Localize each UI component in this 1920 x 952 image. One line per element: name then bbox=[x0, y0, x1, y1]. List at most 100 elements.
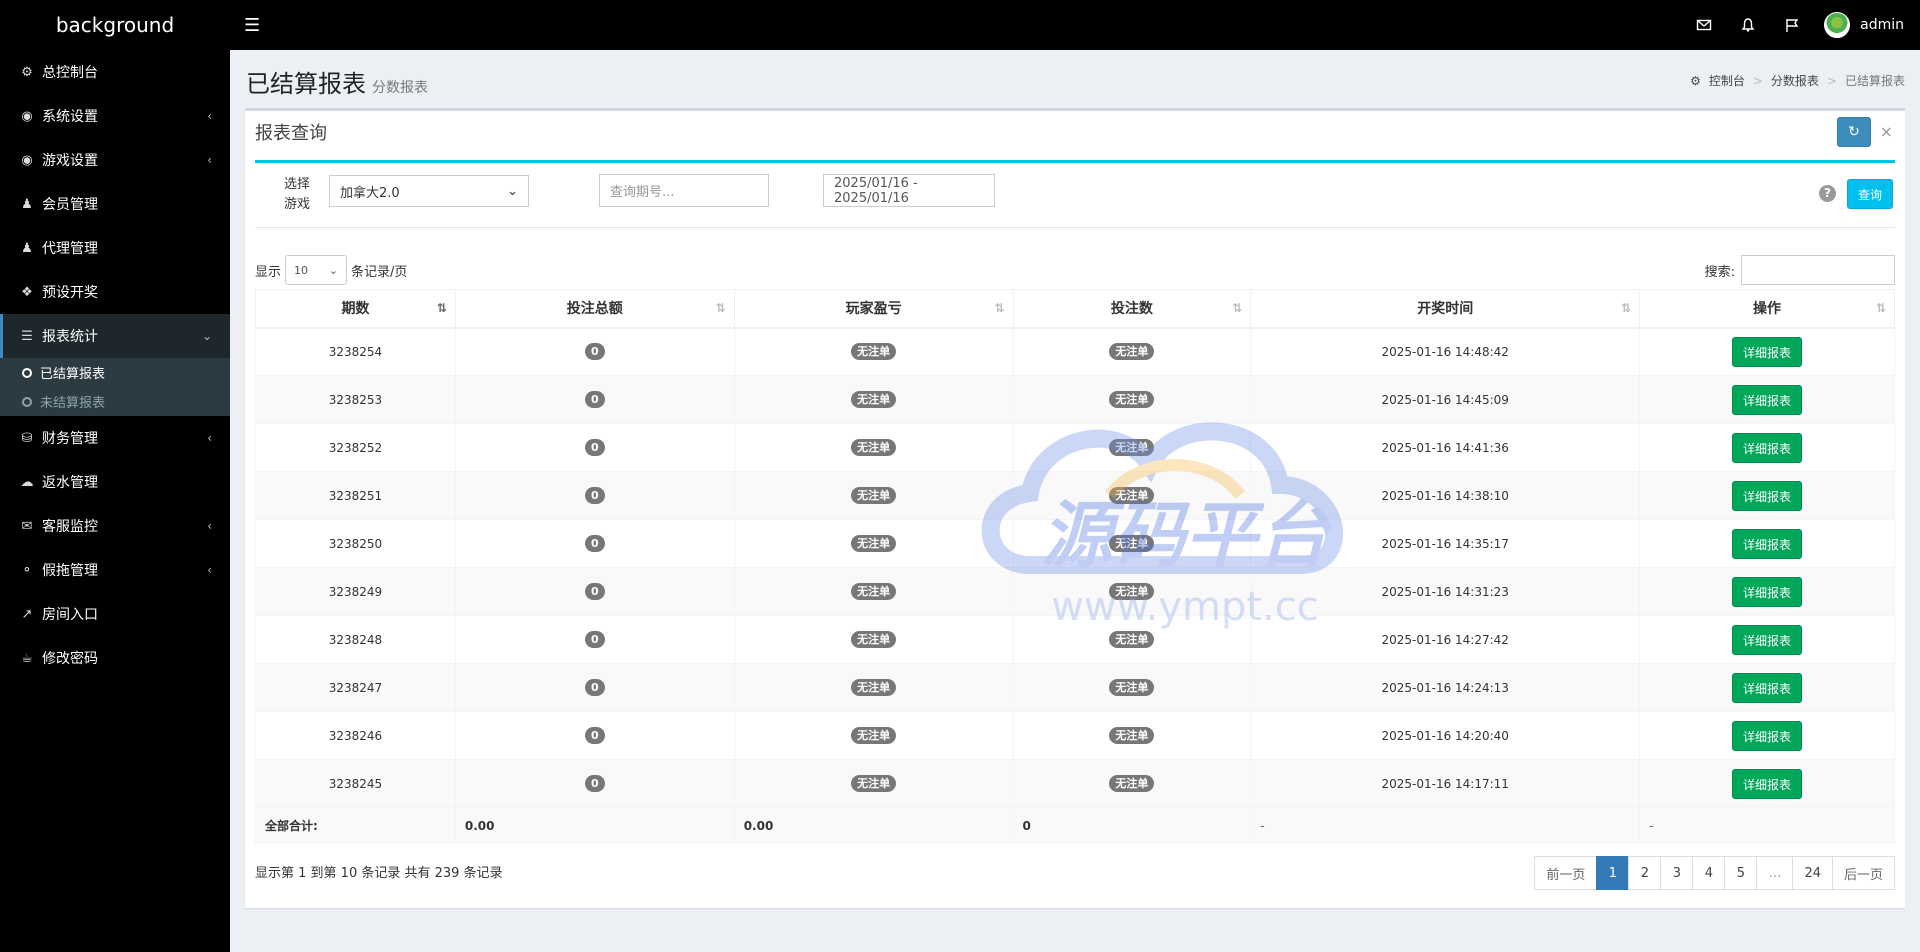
cell-period: 3238245 bbox=[255, 759, 456, 808]
sidebar-item-5[interactable]: ❖ 预设开奖 bbox=[0, 270, 230, 314]
cell-draw-time: 2025-01-16 14:35:17 bbox=[1250, 519, 1641, 568]
no-bet-badge: 无注单 bbox=[851, 343, 897, 361]
cell-action: 详细报表 bbox=[1639, 615, 1895, 664]
next-page-button[interactable]: 后一页 bbox=[1831, 856, 1895, 890]
sidebar-subitem-1[interactable]: 未结算报表 bbox=[0, 387, 230, 416]
period-input[interactable]: 查询期号... bbox=[599, 174, 769, 207]
gamepad-icon: ◉ bbox=[21, 108, 33, 124]
cubes-icon: ❖ bbox=[21, 284, 33, 300]
dashboard-icon: ⚙ bbox=[1690, 73, 1701, 88]
detail-report-button[interactable]: 详细报表 bbox=[1732, 336, 1803, 367]
dashboard-icon: ⚙ bbox=[21, 64, 33, 80]
col-bet-count[interactable]: 投注数 ⇅ bbox=[1012, 289, 1252, 329]
draw-time-value: 2025-01-16 14:41:36 bbox=[1381, 440, 1509, 455]
cell-draw-time: 2025-01-16 14:27:42 bbox=[1250, 615, 1641, 664]
users-icon: ♟ bbox=[21, 240, 33, 256]
pagination: 前一页 1 2 3 4 5… 24 后一页 bbox=[1534, 856, 1895, 890]
bell-icon[interactable] bbox=[1726, 0, 1770, 50]
detail-report-button[interactable]: 详细报表 bbox=[1732, 528, 1803, 559]
detail-report-button[interactable]: 详细报表 bbox=[1732, 720, 1803, 751]
hamburger-icon[interactable]: ☰ bbox=[244, 15, 260, 36]
cell-player-pl: 无注单 bbox=[733, 615, 1014, 664]
detail-report-button[interactable]: 详细报表 bbox=[1732, 384, 1803, 415]
chat-icon: ✉ bbox=[21, 518, 33, 534]
sidebar-item-2[interactable]: ◉ 游戏设置 ‹ bbox=[0, 138, 230, 182]
sort-icon: ⇅ bbox=[1875, 301, 1886, 315]
query-button[interactable]: 查询 bbox=[1847, 179, 1893, 209]
no-bet-badge: 无注单 bbox=[851, 487, 897, 504]
show-label: 显示 bbox=[255, 264, 282, 280]
date-range-input[interactable]: 2025/01/16 - 2025/01/16 bbox=[823, 174, 995, 207]
page-button-24[interactable]: 24 bbox=[1792, 856, 1833, 890]
col-action[interactable]: 操作 ⇅ bbox=[1639, 289, 1895, 329]
col-period[interactable]: 期数 ⇅ bbox=[255, 289, 456, 329]
detail-report-button[interactable]: 详细报表 bbox=[1732, 576, 1803, 607]
sidebar-item-0[interactable]: ⚙ 总控制台 bbox=[0, 50, 230, 94]
table-row: 3238254 0 无注单 无注单 2025-01-16 14:48:42 详细报表 bbox=[255, 327, 1895, 376]
sidebar-item-1[interactable]: ◉ 系统设置 ‹ bbox=[0, 94, 230, 138]
table-info: 显示第 1 到第 10 条记录 共有 239 条记录 bbox=[255, 866, 503, 881]
table-row: 3238253 0 无注单 无注单 2025-01-16 14:45:09 详细报表 bbox=[255, 375, 1895, 424]
no-bet-badge: 无注单 bbox=[1109, 631, 1155, 648]
cell-action: 详细报表 bbox=[1639, 759, 1895, 808]
page-button-3[interactable]: 3 bbox=[1660, 856, 1694, 890]
flag-icon[interactable] bbox=[1770, 0, 1814, 50]
page-button-1[interactable]: 1 bbox=[1596, 856, 1630, 890]
col-draw-time[interactable]: 开奖时间 ⇅ bbox=[1250, 289, 1641, 329]
sidebar-item-11[interactable]: ↗ 房间入口 bbox=[0, 592, 230, 636]
no-bet-badge: 无注单 bbox=[851, 391, 897, 408]
game-label: 选择游戏 bbox=[283, 177, 310, 212]
cell-bet-count: 无注单 bbox=[1012, 663, 1252, 712]
detail-report-button[interactable]: 详细报表 bbox=[1732, 432, 1803, 463]
cell-period: 3238247 bbox=[255, 663, 456, 712]
breadcrumb-home[interactable]: 控制台 bbox=[1709, 72, 1745, 89]
total-bet-badge: 0 bbox=[584, 343, 605, 361]
envelope-icon[interactable] bbox=[1682, 0, 1726, 50]
sidebar-item-6[interactable]: ☰ 报表统计 ⌄ bbox=[0, 314, 230, 358]
col-player-pl[interactable]: 玩家盈亏 ⇅ bbox=[733, 289, 1014, 329]
sidebar-subitem-0[interactable]: 已结算报表 bbox=[0, 358, 230, 387]
sidebar-item-9[interactable]: ✉ 客服监控 ‹ bbox=[0, 504, 230, 548]
circle-icon bbox=[22, 396, 32, 407]
cell-total-bet: 0 bbox=[454, 615, 735, 664]
detail-report-button[interactable]: 详细报表 bbox=[1732, 672, 1803, 703]
col-total-bet-label: 投注总额 bbox=[566, 301, 623, 318]
sidebar-item-7[interactable]: ⛁ 财务管理 ‹ bbox=[0, 416, 230, 460]
cell-action: 详细报表 bbox=[1639, 711, 1895, 760]
col-player-pl-label: 玩家盈亏 bbox=[845, 301, 902, 318]
cell-bet-count: 无注单 bbox=[1012, 471, 1252, 520]
page-button-5[interactable]: 5 bbox=[1724, 856, 1758, 890]
sidebar-item-10[interactable]: ⚬ 假拖管理 ‹ bbox=[0, 548, 230, 592]
cart-icon: ☕ bbox=[21, 650, 33, 666]
sidebar-item-3[interactable]: ♟ 会员管理 bbox=[0, 182, 230, 226]
page-button-2[interactable]: 2 bbox=[1628, 856, 1662, 890]
cell-period: 3238248 bbox=[255, 615, 456, 664]
sidebar-item-8[interactable]: ☁ 返水管理 bbox=[0, 460, 230, 504]
user-menu[interactable]: admin bbox=[1814, 12, 1920, 38]
col-total-bet[interactable]: 投注总额 ⇅ bbox=[454, 289, 735, 329]
breadcrumb-current: 已结算报表 bbox=[1844, 74, 1905, 88]
cell-draw-time: 2025-01-16 14:41:36 bbox=[1250, 423, 1641, 472]
search-input[interactable] bbox=[1741, 255, 1895, 285]
cell-player-pl: 无注单 bbox=[733, 423, 1014, 472]
question-icon[interactable]: ? bbox=[1819, 185, 1836, 202]
detail-report-button[interactable]: 详细报表 bbox=[1732, 624, 1803, 655]
sidebar-item-12[interactable]: ☕ 修改密码 bbox=[0, 636, 230, 680]
table-search: 搜索: bbox=[1705, 255, 1895, 285]
sidebar-item-label: 代理管理 bbox=[42, 241, 98, 257]
sidebar-item-label: 报表统计 bbox=[42, 329, 98, 345]
breadcrumb-reports[interactable]: 分数报表 bbox=[1771, 72, 1819, 89]
refresh-button[interactable]: ↻ bbox=[1837, 117, 1871, 147]
app-logo[interactable]: background bbox=[0, 13, 230, 37]
page-size-select[interactable]: 10 ⌄ bbox=[285, 255, 348, 285]
game-select[interactable]: 加拿大2.0 ⌄ bbox=[329, 175, 529, 207]
close-icon[interactable]: × bbox=[1880, 122, 1893, 141]
sidebar-item-label: 预设开奖 bbox=[42, 285, 98, 301]
total-bet-badge: 0 bbox=[584, 487, 605, 504]
detail-report-button[interactable]: 详细报表 bbox=[1732, 480, 1803, 511]
breadcrumb-separator: > bbox=[1826, 73, 1837, 88]
prev-page-button[interactable]: 前一页 bbox=[1534, 856, 1598, 890]
page-button-4[interactable]: 4 bbox=[1692, 856, 1726, 890]
detail-report-button[interactable]: 详细报表 bbox=[1732, 768, 1803, 799]
sidebar-item-4[interactable]: ♟ 代理管理 bbox=[0, 226, 230, 270]
